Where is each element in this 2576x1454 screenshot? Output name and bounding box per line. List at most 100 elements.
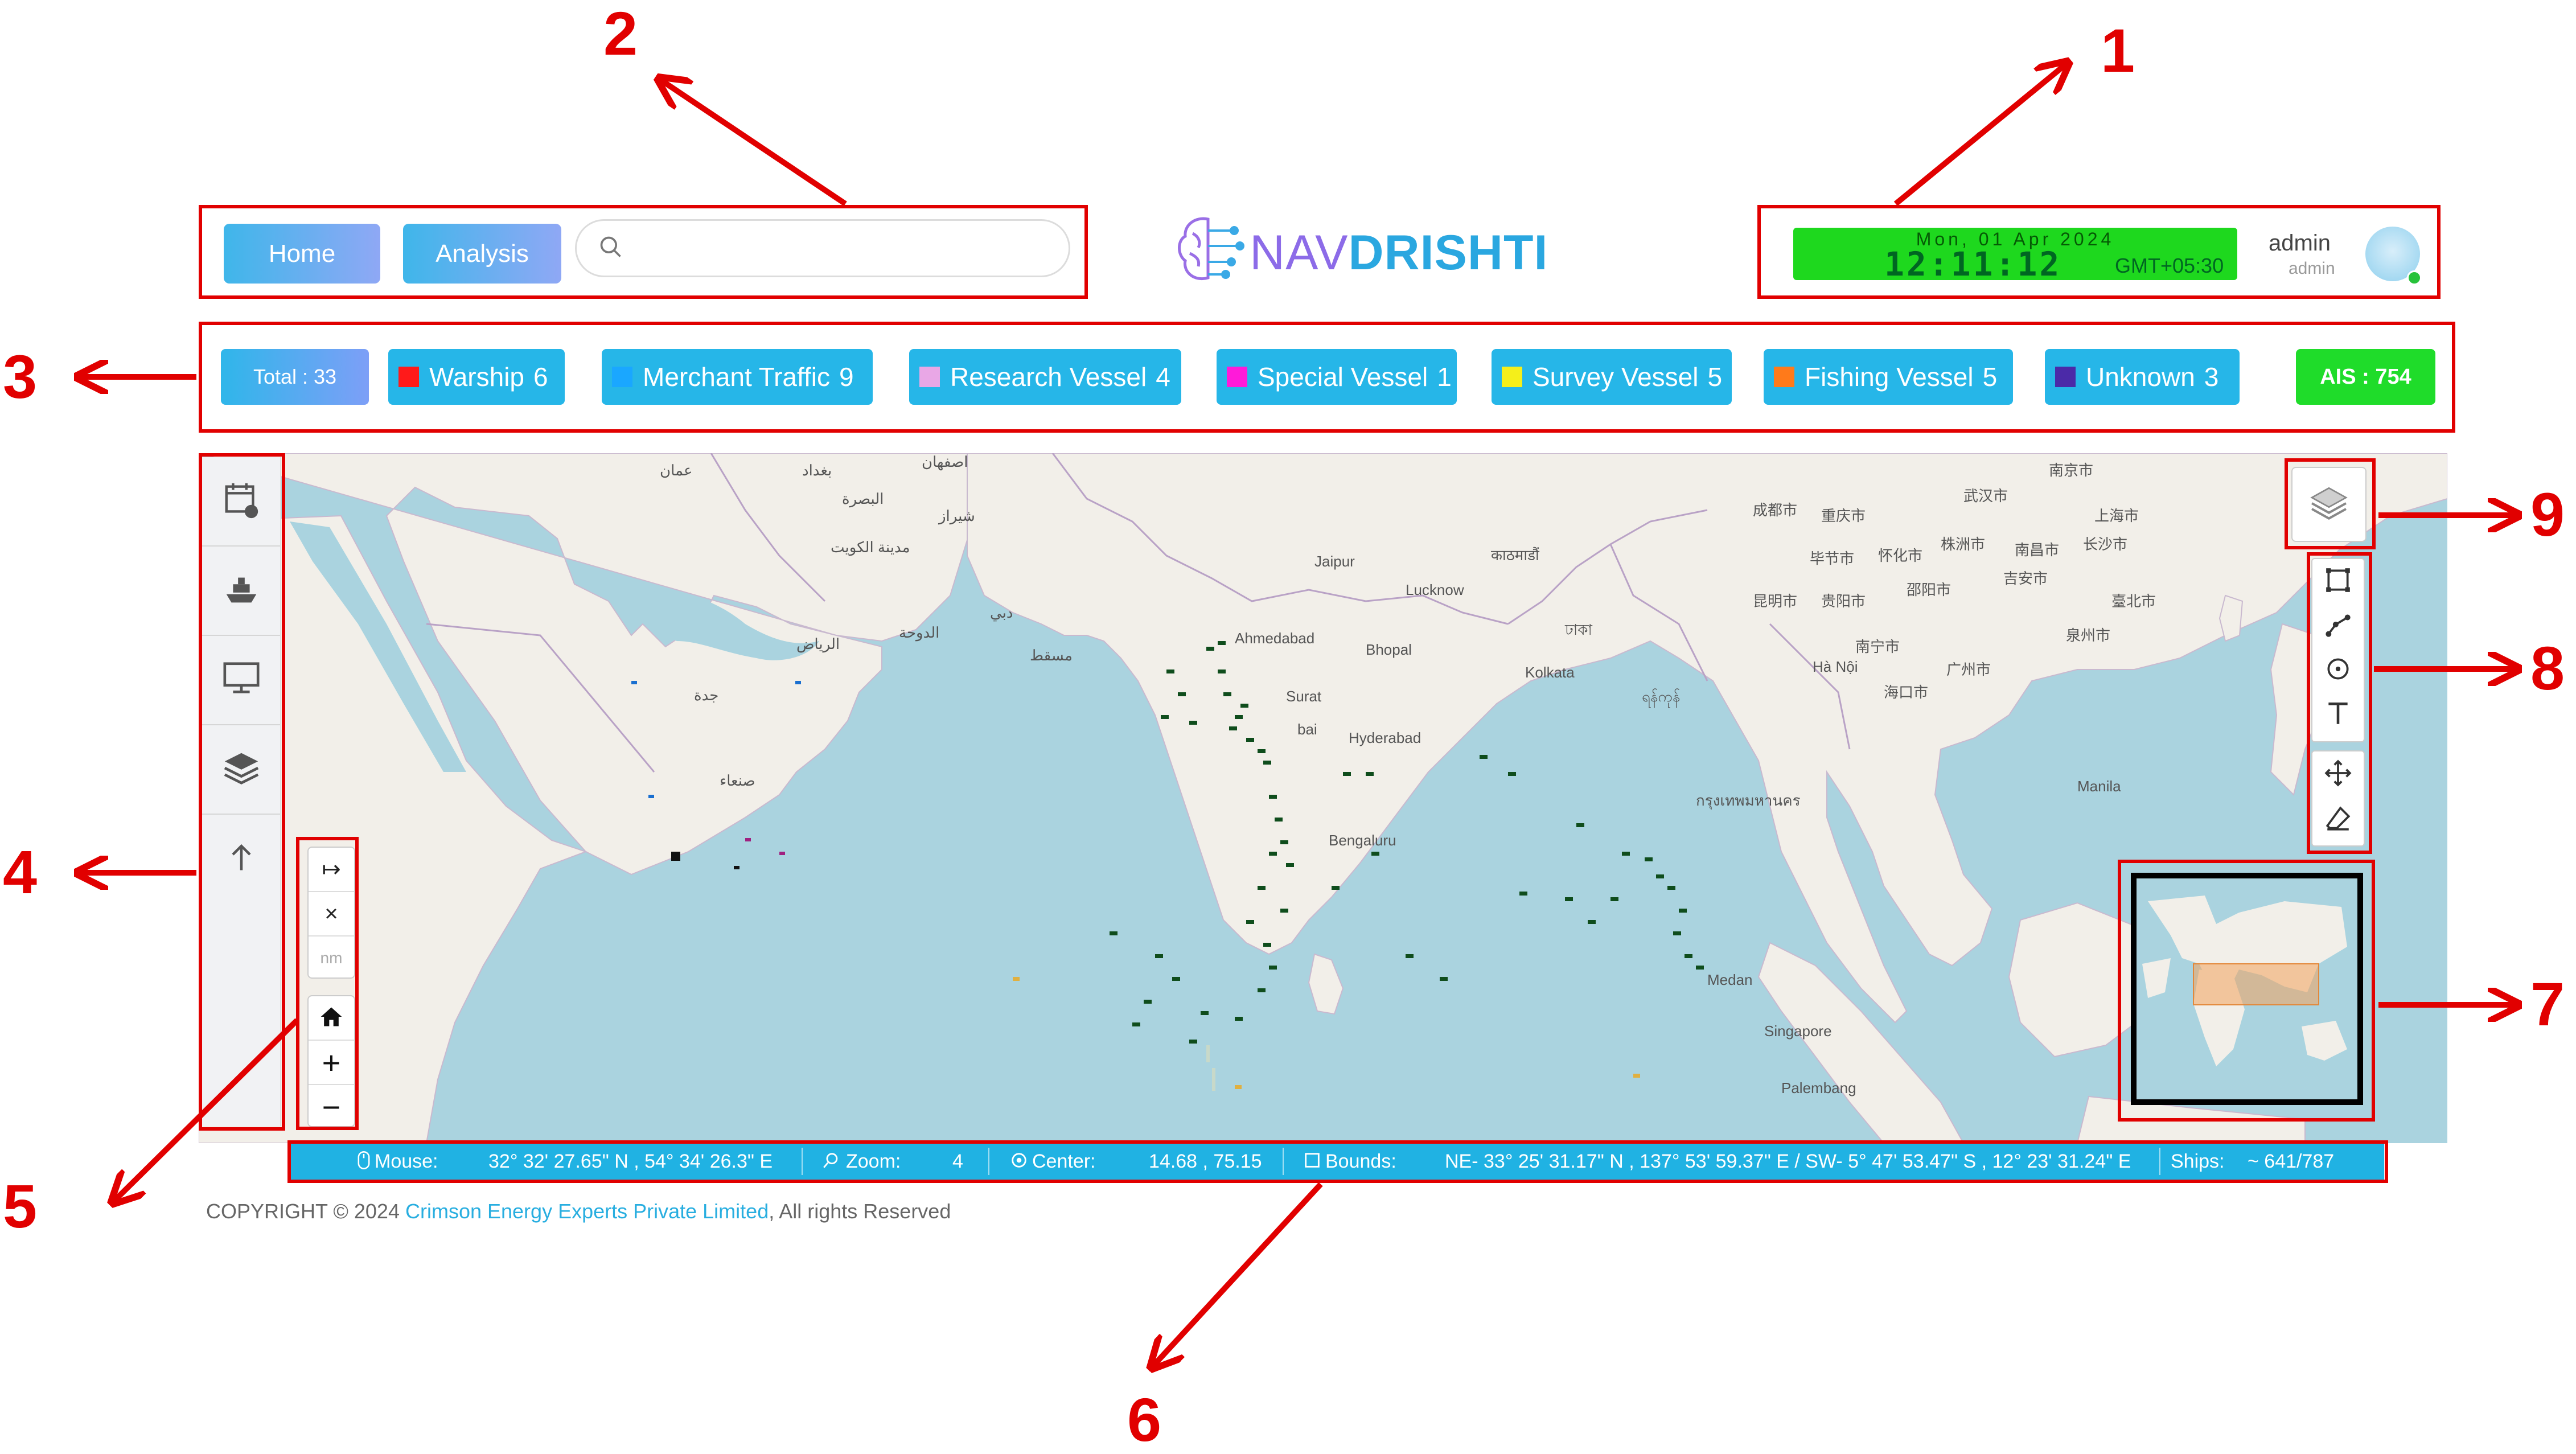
place-label: Kolkata (1525, 664, 1575, 681)
filter-count: 3 (2204, 362, 2219, 392)
ship-icon (219, 569, 264, 612)
copyright-text: COPYRIGHT © 2024 Crimson Energy Experts … (206, 1200, 951, 1223)
home-button[interactable]: Home (224, 224, 380, 284)
place-label: Medan (1707, 971, 1753, 988)
place-label: الدوحة (899, 624, 940, 641)
filter-label: Warship (429, 362, 524, 392)
filter-count: 5 (1982, 362, 1998, 392)
total-vessels-chip[interactable]: Total : 33 (221, 349, 369, 405)
bounds-label: Bounds: (1325, 1151, 1396, 1172)
status-separator (1283, 1148, 1284, 1175)
status-separator (802, 1148, 803, 1175)
app-logo-text: NAVDRISHTI (1250, 225, 1548, 281)
filter-label: Survey Vessel (1533, 362, 1699, 392)
filter-count: 6 (533, 362, 548, 392)
company-link[interactable]: Crimson Energy Experts Private Limited (405, 1200, 769, 1223)
survey-swatch (1502, 367, 1522, 387)
special-swatch (1227, 367, 1247, 387)
place-label: 武汉市 (1963, 487, 2008, 504)
center-icon (1009, 1151, 1029, 1175)
place-label: Surat (1286, 688, 1322, 705)
filter-special-vessel[interactable]: Special Vessel 1 (1217, 349, 1457, 405)
logo-part-1: NAV (1250, 225, 1349, 280)
eraser-icon (2324, 804, 2352, 836)
copyright-prefix: COPYRIGHT © 2024 (206, 1200, 405, 1223)
place-label: مسقط (1030, 647, 1073, 664)
place-label: Jaipur (1314, 553, 1355, 570)
filter-survey-vessel[interactable]: Survey Vessel 5 (1492, 349, 1732, 405)
place-label: شیراز (939, 507, 975, 524)
draw-rectangle-button[interactable] (2312, 559, 2364, 603)
overview-minimap[interactable] (2131, 873, 2363, 1105)
place-label: 广州市 (1946, 661, 1991, 678)
place-label: काठमाडौं (1491, 547, 1539, 564)
clear-measure-button[interactable]: × (309, 892, 354, 937)
place-label: 泉州市 (2066, 627, 2111, 644)
filter-label: Special Vessel (1258, 362, 1428, 392)
filter-warship[interactable]: Warship 6 (388, 349, 565, 405)
filter-merchant-traffic[interactable]: Merchant Traffic 9 (602, 349, 873, 405)
search-field[interactable] (575, 219, 1070, 277)
filter-label: Fishing Vessel (1805, 362, 1974, 392)
draw-polyline-button[interactable] (2312, 603, 2364, 648)
place-label: 邵阳市 (1907, 581, 1951, 598)
rectangle-icon (2324, 566, 2352, 597)
research-swatch (919, 367, 940, 387)
user-role: admin (2289, 259, 2335, 278)
place-label: 重庆市 (1821, 507, 1866, 524)
draw-text-button[interactable] (2312, 692, 2364, 737)
map-canvas[interactable]: Jaipur Lucknow Ahmedabad Bhopal Surat ba… (199, 453, 2447, 1143)
brain-logo-icon (1173, 211, 1247, 293)
clock-timezone: GMT+05:30 (2115, 254, 2224, 277)
home-icon (319, 1000, 344, 1037)
status-bar: Mouse: 32° 32' 27.65" N , 54° 34' 26.3" … (289, 1143, 2384, 1180)
draw-circle-button[interactable] (2312, 648, 2364, 692)
filter-label: Merchant Traffic (643, 362, 830, 392)
place-label: 长沙市 (2083, 536, 2128, 553)
monitor-icon (219, 659, 264, 701)
erase-button[interactable] (2312, 797, 2364, 843)
mouse-label: Mouse: (375, 1151, 438, 1172)
filter-fishing-vessel[interactable]: Fishing Vessel 5 (1764, 349, 2013, 405)
filter-count: 4 (1156, 362, 1170, 392)
date-filter-button[interactable] (202, 457, 280, 547)
vessel-button[interactable] (202, 547, 280, 636)
analysis-button[interactable]: Analysis (403, 224, 561, 284)
measure-distance-button[interactable]: ↦ (309, 848, 354, 892)
filter-research-vessel[interactable]: Research Vessel 4 (909, 349, 1181, 405)
logo-part-2: DRISHTI (1348, 225, 1548, 280)
display-button[interactable] (202, 636, 280, 725)
zoom-out-button[interactable]: − (309, 1085, 354, 1128)
fishing-swatch (1774, 367, 1794, 387)
home-view-button[interactable] (309, 996, 354, 1041)
unit-label[interactable]: nm (309, 937, 354, 980)
place-label: Palembang (1781, 1079, 1856, 1096)
move-icon (2324, 759, 2352, 790)
place-label: Singapore (1764, 1022, 1832, 1040)
zoom-in-button[interactable]: + (309, 1041, 354, 1085)
filter-unknown[interactable]: Unknown 3 (2045, 349, 2240, 405)
place-label: 怀化市 (1878, 547, 1923, 564)
layers-panel-button[interactable] (202, 725, 280, 815)
search-icon (598, 235, 623, 262)
filter-count: 9 (839, 362, 854, 392)
filter-label: Research Vessel (950, 362, 1147, 392)
move-button[interactable] (2312, 751, 2364, 797)
basemap-switcher-button[interactable] (2291, 467, 2367, 542)
callout-number-6: 6 (1127, 1385, 1162, 1454)
mouse-coordinates: 32° 32' 27.65" N , 54° 34' 26.3" E (488, 1151, 773, 1172)
polyline-icon (2324, 610, 2352, 642)
callout-number-7: 7 (2530, 970, 2565, 1038)
filter-count: 5 (1707, 362, 1723, 392)
callout-number-8: 8 (2530, 634, 2565, 703)
layers-icon (2306, 480, 2352, 529)
place-label: دبي (990, 604, 1013, 621)
place-label: กรุงเทพมหานคร (1696, 792, 1801, 809)
callout-number-5: 5 (3, 1172, 38, 1241)
place-label: Hyderabad (1349, 729, 1421, 746)
ais-count-chip[interactable]: AIS : 754 (2296, 349, 2435, 405)
callout-number-4: 4 (3, 837, 38, 906)
bounds-icon (1303, 1151, 1322, 1175)
search-input[interactable] (635, 235, 1069, 261)
collapse-up-button[interactable] (202, 815, 280, 903)
